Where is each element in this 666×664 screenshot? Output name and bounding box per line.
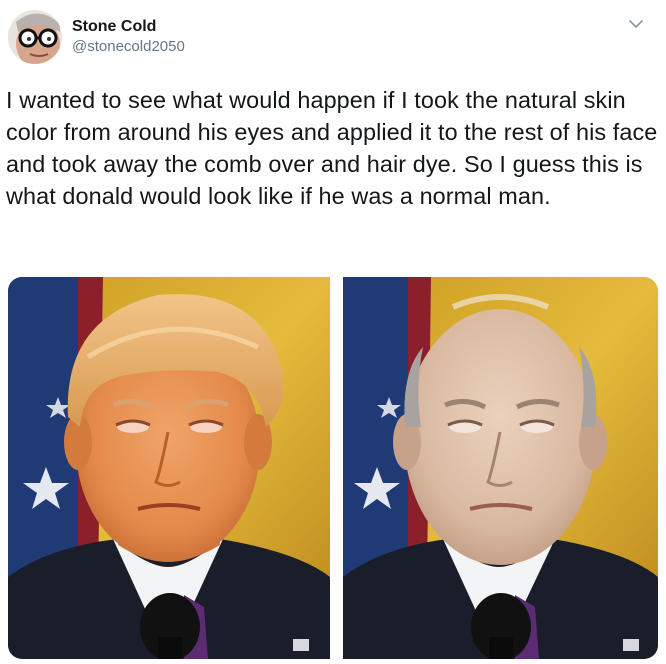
chevron-down-icon[interactable] (626, 14, 646, 34)
author-info[interactable]: Stone Cold @stonecold2050 (72, 16, 185, 57)
media-grid[interactable] (8, 277, 658, 659)
avatar[interactable] (8, 10, 62, 64)
display-name[interactable]: Stone Cold (72, 16, 185, 37)
tweet-card: Stone Cold @stonecold2050 I wanted to se… (0, 0, 666, 664)
avatar-image (8, 10, 62, 64)
before-photo[interactable] (8, 277, 330, 659)
after-photo[interactable] (343, 277, 658, 659)
tweet-text: I wanted to see what would happen if I t… (6, 87, 658, 209)
user-handle[interactable]: @stonecold2050 (72, 37, 185, 57)
